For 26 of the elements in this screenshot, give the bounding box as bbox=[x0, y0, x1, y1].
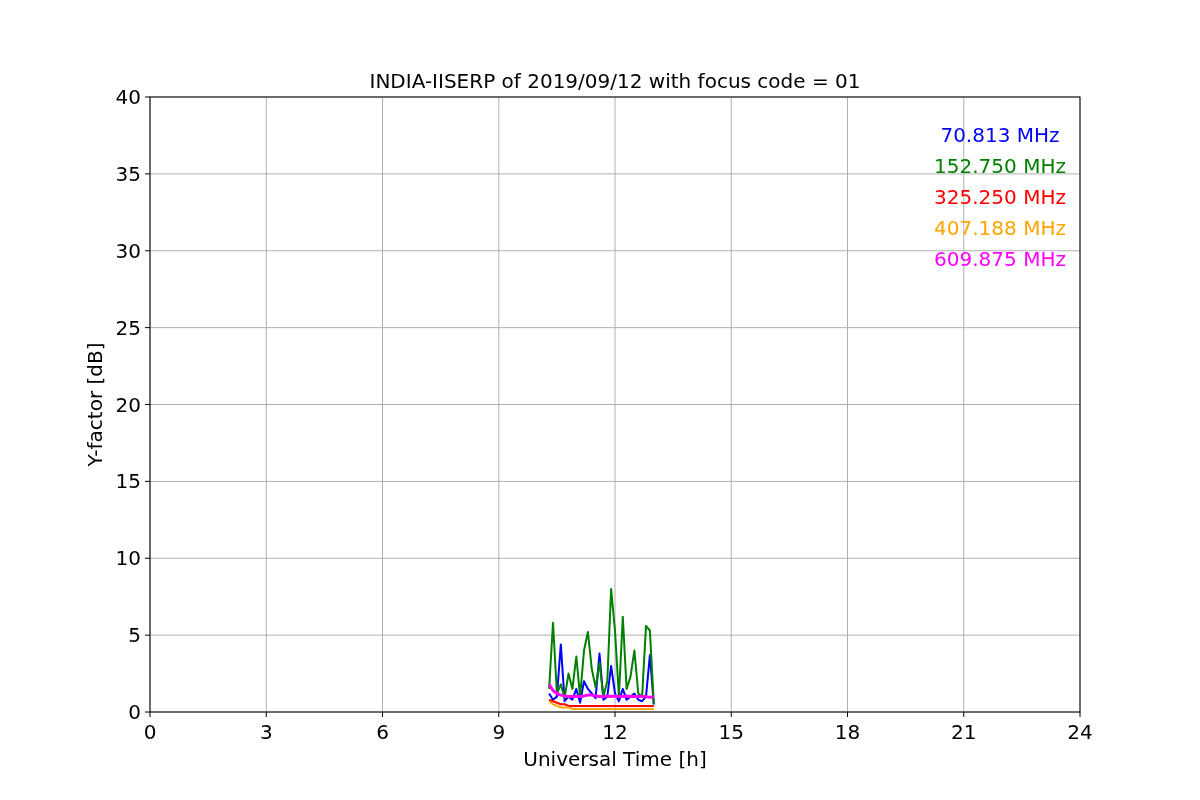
y-tick-label: 25 bbox=[115, 315, 141, 340]
y-tick-label: 20 bbox=[115, 392, 141, 417]
x-tick-label: 9 bbox=[492, 720, 506, 744]
legend-label: 407.188 MHz bbox=[934, 216, 1066, 240]
x-tick-label: 15 bbox=[718, 720, 744, 744]
x-tick-label: 21 bbox=[951, 720, 977, 744]
x-tick-label: 3 bbox=[259, 720, 273, 744]
x-tick-label: 12 bbox=[602, 720, 628, 744]
y-tick-label: 5 bbox=[128, 623, 141, 648]
legend-label: 152.750 MHz bbox=[934, 154, 1066, 178]
legend-label: 70.813 MHz bbox=[940, 123, 1060, 147]
y-tick-label: 30 bbox=[115, 238, 141, 263]
y-tick-label: 35 bbox=[115, 161, 141, 186]
y-tick-label: 15 bbox=[115, 469, 141, 494]
y-tick-label: 0 bbox=[128, 700, 141, 724]
y-tick-label: 40 bbox=[115, 85, 141, 109]
x-axis-label: Universal Time [h] bbox=[523, 747, 707, 771]
x-tick-label: 24 bbox=[1067, 720, 1093, 744]
y-tick-label: 10 bbox=[115, 546, 141, 571]
x-tick-label: 6 bbox=[376, 720, 389, 744]
legend-label: 325.250 MHz bbox=[934, 185, 1066, 209]
chart-title: INDIA-IISERP of 2019/09/12 with focus code = 01 bbox=[369, 69, 861, 93]
legend-label: 609.875 MHz bbox=[934, 247, 1066, 271]
x-tick-label: 18 bbox=[834, 720, 861, 744]
x-tick-label: 0 bbox=[143, 720, 157, 744]
y-axis-label: Y-factor [dB] bbox=[83, 342, 107, 467]
